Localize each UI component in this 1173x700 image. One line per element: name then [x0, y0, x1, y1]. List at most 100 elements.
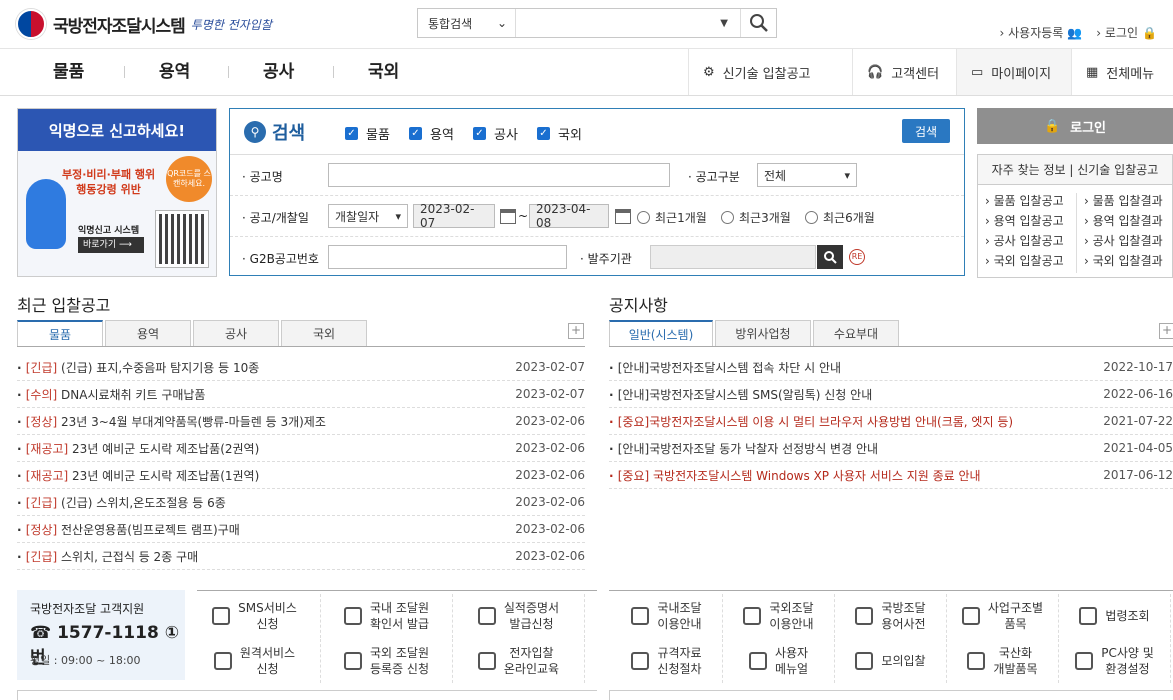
- service-link[interactable]: SMS서비스 신청: [189, 594, 321, 638]
- notice-row[interactable]: [안내]국방전자조달 동가 낙찰자 선정방식 변경 안내 2021-04-05: [609, 435, 1173, 462]
- date-type-select[interactable]: 개찰일자: [328, 204, 408, 228]
- faq-link[interactable]: › 물품 입찰결과: [1084, 191, 1163, 211]
- service-link[interactable]: 국외 조달원 등록증 신청: [321, 639, 453, 683]
- tab-goods[interactable]: 물품: [17, 320, 103, 346]
- quick-link[interactable]: 규격자료 신청절차: [611, 639, 723, 683]
- notice-row-title[interactable]: [안내]국방전자조달 동가 낙찰자 선정방식 변경 안내: [609, 440, 878, 457]
- calendar-icon[interactable]: [500, 209, 516, 224]
- tab-overseas[interactable]: 국외: [281, 320, 367, 346]
- bid-row[interactable]: [정상] 전산운영용품(빔프로젝트 램프)구매 2023-02-06: [17, 516, 585, 543]
- quick-link[interactable]: 모의입찰: [835, 639, 947, 683]
- nav-services[interactable]: 용역: [159, 49, 190, 95]
- nav-goods[interactable]: 물품: [53, 49, 84, 95]
- quick-link[interactable]: 국외조달 이용안내: [723, 594, 835, 638]
- tab-construction[interactable]: 공사: [193, 320, 279, 346]
- bid-row[interactable]: [수의] DNA시료채취 키트 구매납품 2023-02-07: [17, 381, 585, 408]
- nav-divider: [228, 66, 229, 78]
- tab-demand-unit[interactable]: 수요부대: [813, 320, 899, 346]
- login-link[interactable]: › 로그인 🔒: [1096, 24, 1157, 41]
- type-overseas-checkbox[interactable]: ✓ 국외: [537, 124, 582, 143]
- faq-link[interactable]: › 국외 입찰결과: [1084, 251, 1163, 271]
- taegeuk-emblem-icon: [16, 9, 46, 39]
- more-plus-icon[interactable]: +: [1159, 323, 1173, 339]
- faq-link[interactable]: › 공사 입찰결과: [1084, 231, 1163, 251]
- bid-row-title[interactable]: [긴급] 스위치, 근접식 등 2종 구매: [17, 548, 198, 565]
- faq-link[interactable]: › 공사 입찰공고: [985, 231, 1064, 251]
- faq-link[interactable]: › 용역 입찰결과: [1084, 211, 1163, 231]
- customer-center-link[interactable]: 🎧 고객센터: [852, 49, 956, 95]
- type-goods-checkbox[interactable]: ✓ 물품: [345, 124, 390, 143]
- notice-row[interactable]: [중요]국방전자조달시스템 이용 시 멀티 브라우저 사용방법 안내(크롬, 엣…: [609, 408, 1173, 435]
- bid-name-input[interactable]: [328, 163, 670, 187]
- quick-link[interactable]: PC사양 및 환경설정: [1059, 639, 1171, 683]
- register-link[interactable]: › 사용자등록 👥: [1000, 24, 1083, 41]
- quick-link[interactable]: 사용자 메뉴얼: [723, 639, 835, 683]
- date-to-input[interactable]: 2023-04-08: [529, 202, 609, 230]
- org-search-button[interactable]: [817, 245, 843, 269]
- bid-row[interactable]: [긴급] 스위치, 근접식 등 2종 구매 2023-02-06: [17, 543, 585, 570]
- notice-row-title[interactable]: [안내]국방전자조달시스템 접속 차단 시 안내: [609, 359, 841, 376]
- faq-link[interactable]: › 물품 입찰공고: [985, 191, 1064, 211]
- bid-row[interactable]: [긴급] (긴급) 표지,수중음파 탐지기용 등 10종 2023-02-07: [17, 354, 585, 381]
- bid-kind-select[interactable]: 전체: [757, 163, 857, 187]
- login-button[interactable]: 🔒 로그인: [977, 108, 1173, 144]
- faq-link[interactable]: › 용역 입찰공고: [985, 211, 1064, 231]
- range-3m-radio[interactable]: 최근3개월: [721, 209, 791, 226]
- bid-row[interactable]: [긴급] (긴급) 스위치,온도조절용 등 6종 2023-02-06: [17, 489, 585, 516]
- notice-row-title[interactable]: [안내]국방전자조달시스템 SMS(알림톡) 신청 안내: [609, 386, 872, 403]
- date-from-input[interactable]: 2023-02-07: [413, 202, 495, 230]
- type-services-checkbox[interactable]: ✓ 용역: [409, 124, 454, 143]
- reset-icon[interactable]: RE: [849, 249, 865, 265]
- search-dropdown-arrow-icon[interactable]: ▼: [720, 18, 728, 29]
- quick-icon: [748, 652, 767, 670]
- tab-general-system[interactable]: 일반(시스템): [609, 320, 713, 346]
- search-submit-button[interactable]: 검색: [902, 119, 950, 143]
- faq-link[interactable]: › 국외 입찰공고: [985, 251, 1064, 271]
- type-construction-checkbox[interactable]: ✓ 공사: [473, 124, 518, 143]
- service-link[interactable]: 전자입찰 온라인교육: [453, 639, 585, 683]
- tab-services[interactable]: 용역: [105, 320, 191, 346]
- service-link[interactable]: 실적증명서 발급신청: [453, 594, 585, 638]
- range-6m-radio[interactable]: 최근6개월: [805, 209, 875, 226]
- tab-dapa[interactable]: 방위사업청: [715, 320, 811, 346]
- banner-go-button[interactable]: 바로가기 ⟶: [78, 237, 144, 253]
- service-link[interactable]: 원격서비스 신청: [189, 639, 321, 683]
- bid-row-title[interactable]: [재공고] 23년 예비군 도시락 제조납품(1권역): [17, 467, 260, 484]
- quick-link[interactable]: 사업구조별 품목: [947, 594, 1059, 638]
- site-logo[interactable]: 국방전자조달시스템 투명한 전자입찰: [16, 8, 306, 40]
- anonymous-report-banner[interactable]: 익명으로 신고하세요! 부정·비리·부패 행위 행동강령 위반 QR코드를 스캔하…: [17, 108, 217, 277]
- mypage-link[interactable]: ▭ 마이페이지: [956, 49, 1071, 95]
- search-input[interactable]: ▼: [516, 9, 740, 37]
- more-plus-icon[interactable]: +: [568, 323, 584, 339]
- quick-link[interactable]: 법령조회: [1059, 594, 1171, 638]
- bid-row[interactable]: [재공고] 23년 예비군 도시락 제조납품(1권역) 2023-02-06: [17, 462, 585, 489]
- phone-icon: ☎: [30, 623, 58, 643]
- search-button[interactable]: [740, 9, 776, 37]
- notice-row[interactable]: [안내]국방전자조달시스템 SMS(알림톡) 신청 안내 2022-06-16: [609, 381, 1173, 408]
- g2b-number-input[interactable]: [328, 245, 567, 269]
- quick-link[interactable]: 국내조달 이용안내: [611, 594, 723, 638]
- quick-link[interactable]: 국산화 개발품목: [947, 639, 1059, 683]
- search-scope-select[interactable]: 통합검색 ⌄: [418, 9, 516, 37]
- org-input[interactable]: [650, 245, 816, 269]
- notice-row-title[interactable]: [중요]국방전자조달시스템 이용 시 멀티 브라우저 사용방법 안내(크롬, 엣…: [609, 413, 1013, 430]
- quick-link[interactable]: 국방조달 용어사전: [835, 594, 947, 638]
- bid-row-title[interactable]: [긴급] (긴급) 스위치,온도조절용 등 6종: [17, 494, 226, 511]
- newtech-bid-link[interactable]: ⚙ 신기술 입찰공고: [688, 49, 852, 95]
- calendar-icon[interactable]: [615, 209, 631, 224]
- bid-row[interactable]: [정상] 23년 3~4월 부대계약품목(빵류-마들렌 등 3개)제조 2023-…: [17, 408, 585, 435]
- notice-row[interactable]: [안내]국방전자조달시스템 접속 차단 시 안내 2022-10-17: [609, 354, 1173, 381]
- notice-row-title[interactable]: [중요] 국방전자조달시스템 Windows XP 사용자 서비스 지원 종료 …: [609, 467, 981, 484]
- all-menu-link[interactable]: ▦ 전체메뉴: [1071, 49, 1173, 95]
- nav-overseas[interactable]: 국외: [368, 49, 399, 95]
- bid-row-title[interactable]: [정상] 전산운영용품(빔프로젝트 램프)구매: [17, 521, 240, 538]
- bid-row-title[interactable]: [재공고] 23년 예비군 도시락 제조납품(2권역): [17, 440, 260, 457]
- notice-row[interactable]: [중요] 국방전자조달시스템 Windows XP 사용자 서비스 지원 종료 …: [609, 462, 1173, 489]
- nav-construction[interactable]: 공사: [263, 49, 294, 95]
- bid-row-title[interactable]: [긴급] (긴급) 표지,수중음파 탐지기용 등 10종: [17, 359, 260, 376]
- bid-row[interactable]: [재공고] 23년 예비군 도시락 제조납품(2권역) 2023-02-06: [17, 435, 585, 462]
- service-link[interactable]: 국내 조달원 확인서 발급: [321, 594, 453, 638]
- range-1m-radio[interactable]: 최근1개월: [637, 209, 707, 226]
- bid-row-title[interactable]: [수의] DNA시료채취 키트 구매납품: [17, 386, 206, 403]
- bid-row-title[interactable]: [정상] 23년 3~4월 부대계약품목(빵류-마들렌 등 3개)제조: [17, 413, 326, 430]
